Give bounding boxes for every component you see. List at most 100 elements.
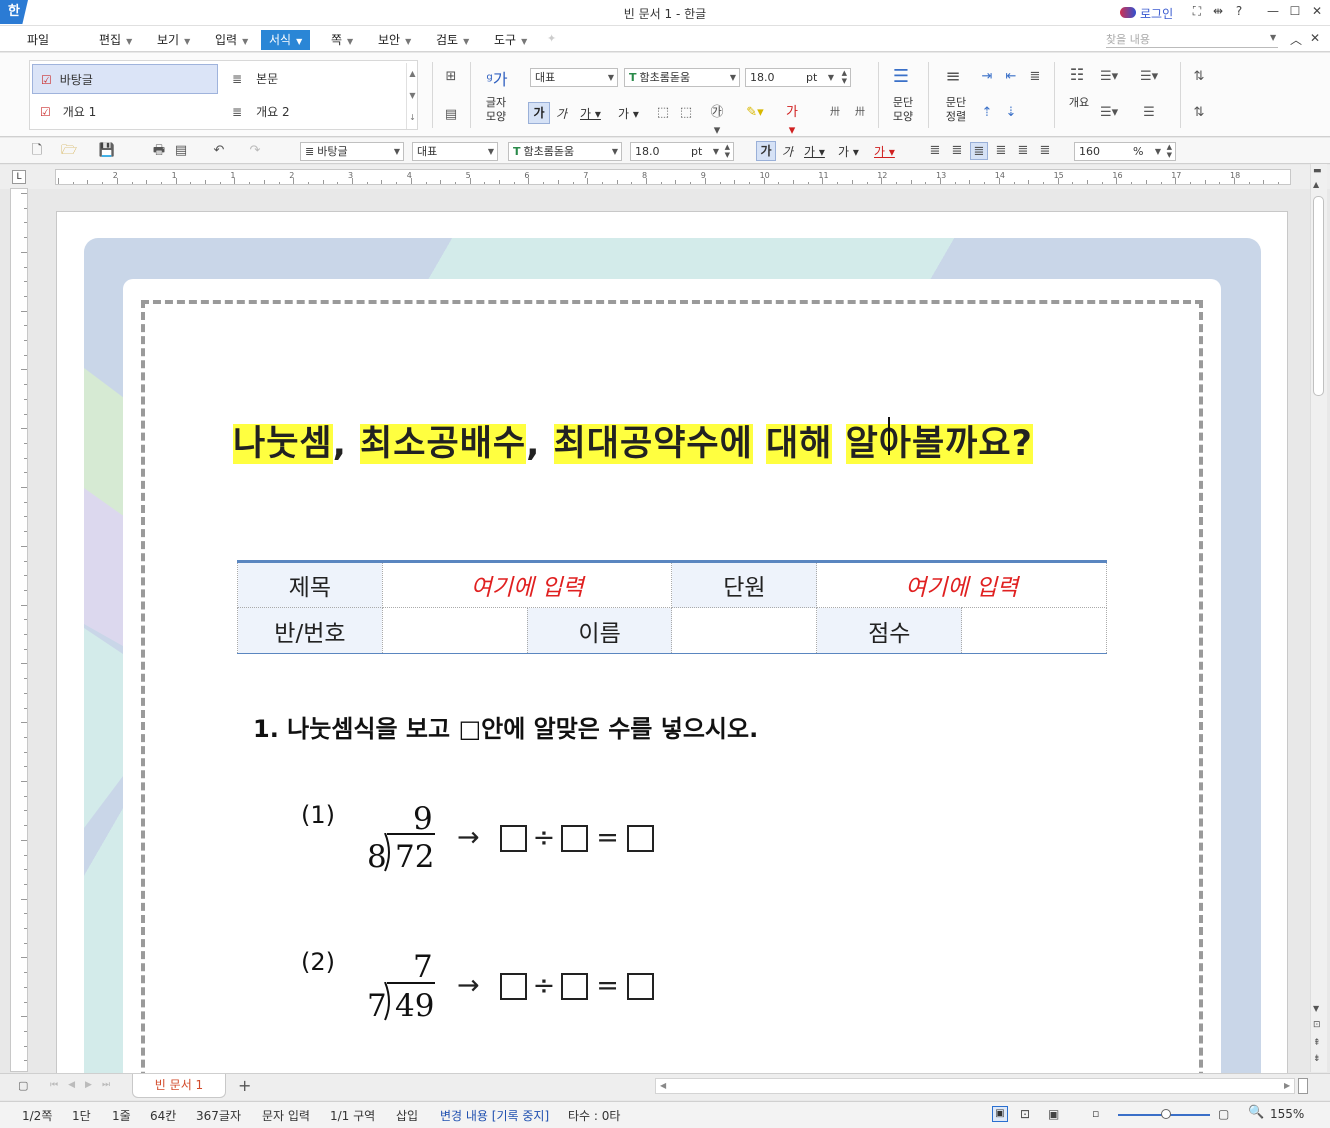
indent-icon[interactable]: ⇥ [978,68,996,86]
answer-box[interactable] [626,825,654,852]
align-justify-icon[interactable]: ≣ [926,142,944,160]
plugin-icon[interactable]: ✦ [547,32,561,45]
lang-select[interactable]: 대표 ▼ [412,142,498,161]
style-item-바탕글[interactable]: ☑ 바탕글 [32,64,218,94]
unit-input-cell[interactable]: 여기에 입력 [816,561,1107,608]
zoom-select[interactable]: 160% ▼ ▲ ▼ [1074,142,1176,161]
tab-type-icon[interactable]: L [12,170,26,184]
style-item-본문[interactable]: ≣ 본문 [224,64,404,94]
collapse-ribbon-icon[interactable]: ︿ [1290,31,1302,48]
status-track[interactable]: 변경 내용 [기록 중지] [440,1107,549,1124]
menu-review[interactable]: 검토 ▼ [428,30,477,50]
status-zoom[interactable]: 155% [1270,1107,1304,1121]
answer-box[interactable] [561,973,589,1000]
score-input-cell[interactable] [961,607,1107,654]
size-select[interactable]: 18.0 pt ▼ ▲ ▼ [630,142,734,161]
split-view-icon[interactable] [1298,1078,1308,1094]
style-select[interactable]: ≣ 바탕글 ▼ [300,142,404,161]
answer-box[interactable] [561,825,589,852]
align-distribute-icon[interactable]: ≣ [1014,142,1032,160]
char-frame-icon[interactable]: ㉮▾ [708,104,726,138]
status-insert[interactable]: 삽입 [396,1107,418,1124]
undo-icon[interactable]: ↶ [210,142,228,160]
new-doc-icon[interactable]: 🗋 [28,142,46,160]
para-align-label[interactable]: 문단 정렬 [940,96,972,124]
italic-button[interactable]: 가 [556,105,567,122]
page-view-icon[interactable]: ⊡ [1313,1020,1321,1030]
underline-button[interactable]: 가 ▾ [804,143,825,160]
lang-select[interactable]: 대표 ▼ [530,68,618,87]
char-shape-label[interactable]: 글자 모양 [481,96,511,124]
italic-button[interactable]: 가 [782,143,793,160]
search-input[interactable]: 찾을 내용 [1106,31,1278,48]
numbering-icon[interactable]: ☰ [1140,104,1158,122]
resize-icon[interactable]: ⇹ [1207,4,1229,22]
menu-security[interactable]: 보안 ▼ [370,30,419,50]
horizontal-scrollbar[interactable] [655,1078,1295,1094]
add-tab-button[interactable]: + [238,1076,251,1095]
zoom-slider-thumb[interactable] [1161,1109,1171,1119]
answer-box[interactable] [626,973,654,1000]
font-color-button[interactable]: 가 ▾ [874,143,895,160]
title-input-cell[interactable]: 여기에 입력 [381,561,673,608]
menu-page[interactable]: 쪽 ▼ [323,30,361,50]
scroll-thumb[interactable] [1313,196,1324,396]
border-icon[interactable]: ⬚ [654,104,672,122]
help-icon[interactable]: ? [1228,4,1250,22]
outdent-icon[interactable]: ⇤ [1002,68,1020,86]
bullet-icon[interactable]: ☰▾ [1100,104,1118,122]
align-left-icon[interactable]: ≣ [948,142,966,160]
print-icon[interactable]: 🖶 [150,142,168,160]
tab-nav-icons[interactable]: ⏮◀▶⏭ [50,1080,120,1090]
line-up-icon[interactable]: ⇡ [978,104,996,122]
close-button[interactable]: ✕ [1306,4,1328,22]
menu-file[interactable]: 파일 [19,30,57,50]
answer-box[interactable] [499,825,527,852]
status-page[interactable]: 1/2쪽 [22,1107,52,1124]
align-right-icon[interactable]: ≣ [992,142,1010,160]
add-style-icon[interactable]: ⊞ [442,68,460,86]
answer-box[interactable] [499,973,527,1000]
style-item-개요2[interactable]: ≣ 개요 2 [224,97,404,127]
para-shape-icon[interactable]: ☰ [892,68,910,86]
menu-tools[interactable]: 도구 ▼ [486,30,535,50]
para-shape-label[interactable]: 문단 모양 [888,96,918,124]
scroll-up-icon[interactable]: ▲ [1313,180,1319,189]
redo-icon[interactable]: ↷ [246,142,264,160]
outline-icon[interactable]: ☷ [1068,66,1086,84]
underline-button[interactable]: 가 ▾ [580,105,601,122]
vertical-ruler[interactable] [10,188,28,1072]
scroll-top-icon[interactable]: ▬ [1313,166,1322,176]
preview-icon[interactable]: ▤ [172,142,190,160]
chevron-down-icon[interactable]: ▼ [1270,33,1276,42]
normal-view-icon[interactable]: ▣ [992,1106,1008,1122]
strike-button[interactable]: 가 ▾ [618,105,639,122]
class-input-cell[interactable] [381,607,528,654]
char-width-icon[interactable]: 卅 [851,104,869,122]
para-align-icon[interactable]: ≡ [944,68,962,86]
document-title[interactable]: 나눗셈, 최소공배수, 최대공약수에 대해 알아볼까요? [233,415,1033,466]
zoom-out-icon[interactable]: ▫ [1092,1107,1099,1120]
menu-view[interactable]: 보기 ▼ [149,30,198,50]
horizontal-ruler[interactable]: 2 1 1 2 3 4 5 6 7 8 9 10 11 12 13 14 15 16 17 18 [55,169,1291,185]
next-page-icon[interactable]: ⇟ [1313,1054,1321,1064]
char-shape-icon[interactable]: ᵍ가 [482,66,512,90]
prev-page-icon[interactable]: ⇞ [1313,1038,1321,1048]
fullscreen-icon[interactable]: ⛶ [1186,4,1208,22]
magnifier-icon[interactable]: 🔍 [1248,1105,1264,1120]
highlight-icon[interactable]: ✎▾ [746,104,764,122]
align-center-icon[interactable]: ≣ [970,142,988,160]
login-link[interactable]: 로그인 [1140,5,1173,22]
minimize-button[interactable]: — [1262,4,1284,22]
sheet-icon[interactable]: ▢ [18,1079,28,1092]
maximize-button[interactable]: ☐ [1284,4,1306,22]
style-manager-icon[interactable]: ▤ [442,106,460,124]
scroll-left-icon[interactable]: ◀ [660,1081,666,1090]
bold-button[interactable]: 가 [756,141,776,161]
style-scroll[interactable]: ▲ ▼ ↓ [406,63,418,129]
scroll-down-icon[interactable]: ▼ [1313,1004,1319,1013]
strike-button[interactable]: 가 ▾ [838,143,859,160]
doc-tab[interactable]: 빈 문서 1 [132,1074,226,1098]
document-page[interactable]: 나눗셈, 최소공배수, 최대공약수에 대해 알아볼까요? 제목 여기에 입력 단… [56,211,1288,1081]
style-item-개요1[interactable]: ☑ 개요 1 [32,97,218,127]
